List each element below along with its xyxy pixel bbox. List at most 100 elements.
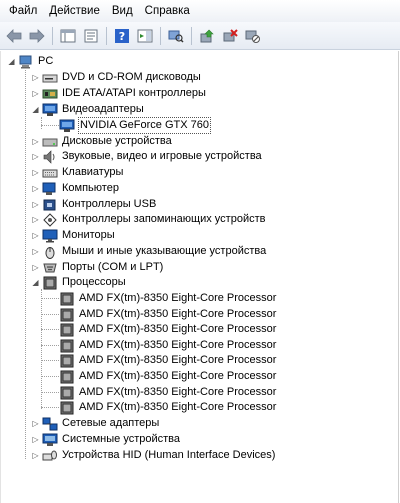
tree-device-cpu[interactable]: AMD FX(tm)-8350 Eight-Core Processor	[59, 322, 276, 337]
expand-arrow-icon[interactable]: ▷	[31, 416, 40, 431]
collapse-arrow-icon[interactable]: ◢	[7, 54, 16, 69]
display-adapter-icon	[42, 103, 58, 117]
expand-arrow-icon[interactable]: ▷	[31, 432, 40, 447]
tree-root-label: PC	[38, 55, 54, 67]
menu-bar: Файл Действие Вид Справка	[0, 0, 400, 22]
tree-device-cpu[interactable]: AMD FX(tm)-8350 Eight-Core Processor	[59, 338, 276, 353]
uninstall-icon	[223, 28, 238, 41]
tree-guide-line	[41, 392, 59, 393]
collapse-arrow-icon[interactable]: ◢	[31, 102, 40, 117]
tree-category-label: IDE ATA/ATAPI контроллеры	[62, 87, 206, 99]
usb-controller-icon	[42, 198, 58, 212]
port-icon	[42, 261, 58, 275]
help-button[interactable]: ?	[112, 26, 132, 46]
tree-device-cpu[interactable]: AMD FX(tm)-8350 Eight-Core Processor	[59, 291, 276, 306]
tree-category-label: Устройства HID (Human Interface Devices)	[62, 449, 276, 461]
properties-icon	[84, 29, 98, 42]
tree-device-cpu[interactable]: AMD FX(tm)-8350 Eight-Core Processor	[59, 369, 276, 384]
tree-device-label: NVIDIA GeForce GTX 760	[78, 117, 211, 134]
tree-device-cpu[interactable]: AMD FX(tm)-8350 Eight-Core Processor	[59, 353, 276, 368]
toolbar-separator	[191, 26, 192, 45]
speaker-icon	[42, 149, 58, 164]
toolbar-separator	[160, 26, 161, 45]
menu-action[interactable]: Действие	[43, 0, 106, 22]
tree-category-label: Порты (COM и LPT)	[62, 261, 164, 273]
expand-arrow-icon[interactable]: ▷	[31, 134, 40, 149]
expand-arrow-icon[interactable]: ▷	[31, 70, 40, 85]
tree-device-cpu[interactable]: AMD FX(tm)-8350 Eight-Core Processor	[59, 307, 276, 322]
console-tree-button[interactable]	[58, 26, 78, 46]
tree-category-system-devices[interactable]: ▷ Системные устройства	[31, 432, 180, 447]
expand-arrow-icon[interactable]: ▷	[31, 149, 40, 164]
back-button[interactable]	[4, 26, 24, 46]
update-driver-button[interactable]	[197, 26, 217, 46]
expand-arrow-icon[interactable]: ▷	[31, 228, 40, 243]
tree-guide-line	[41, 314, 59, 315]
tree-category-network-adapters[interactable]: ▷ Сетевые адаптеры	[31, 416, 159, 431]
tree-guide-line	[41, 125, 59, 126]
device-tree: ◢ PC ▷ DVD и CD-ROM дисководы ▷ IDE ATA/…	[0, 51, 399, 503]
expand-arrow-icon[interactable]: ▷	[31, 244, 40, 259]
tree-device-cpu[interactable]: AMD FX(tm)-8350 Eight-Core Processor	[59, 400, 276, 415]
tree-category-hid[interactable]: ▷ Устройства HID (Human Interface Device…	[31, 448, 275, 463]
toolbar-separator	[52, 26, 53, 45]
forward-icon	[29, 28, 45, 43]
computer-icon	[18, 55, 34, 69]
properties-button[interactable]	[81, 26, 101, 46]
tree-category-disk-drives[interactable]: ▷ Дисковые устройства	[31, 134, 171, 149]
tree-category-label: Процессоры	[62, 276, 126, 288]
tree-category-keyboards[interactable]: ▷ Клавиатуры	[31, 165, 123, 180]
tree-guide-line	[41, 298, 59, 299]
disable-button[interactable]	[243, 26, 263, 46]
expand-arrow-icon[interactable]: ▷	[31, 197, 40, 212]
tree-category-label: Клавиатуры	[62, 166, 124, 178]
tree-category-label: Звуковые, видео и игровые устройства	[62, 150, 262, 162]
tree-device-cpu[interactable]: AMD FX(tm)-8350 Eight-Core Processor	[59, 385, 276, 400]
computer-icon	[42, 182, 58, 196]
menu-view[interactable]: Вид	[106, 0, 139, 22]
tree-guide-line	[25, 70, 26, 459]
expand-arrow-icon[interactable]: ▷	[31, 165, 40, 180]
menu-help[interactable]: Справка	[139, 0, 196, 22]
expand-arrow-icon[interactable]: ▷	[31, 212, 40, 227]
menu-file[interactable]: Файл	[0, 0, 43, 22]
tree-category-computer[interactable]: ▷ Компьютер	[31, 181, 119, 196]
tree-category-mice[interactable]: ▷ Мыши и иные указывающие устройства	[31, 244, 266, 259]
tree-device-gpu[interactable]: NVIDIA GeForce GTX 760	[59, 117, 211, 134]
expand-arrow-icon[interactable]: ▷	[31, 448, 40, 463]
expand-arrow-icon[interactable]: ▷	[31, 260, 40, 275]
processor-icon	[59, 354, 75, 368]
dvd-drive-icon	[42, 71, 58, 85]
tree-category-display-adapters[interactable]: ◢ Видеоадаптеры	[31, 102, 144, 117]
tree-device-label: AMD FX(tm)-8350 Eight-Core Processor	[79, 401, 277, 413]
tree-category-sound[interactable]: ▷ Звуковые, видео и игровые устройства	[31, 149, 262, 164]
tree-category-label: Мониторы	[62, 229, 115, 241]
scan-hardware-button[interactable]	[166, 26, 186, 46]
tree-category-dvd[interactable]: ▷ DVD и CD-ROM дисководы	[31, 70, 200, 85]
collapse-arrow-icon[interactable]: ◢	[31, 275, 40, 290]
tree-category-usb[interactable]: ▷ Контроллеры USB	[31, 197, 156, 212]
tree-category-ide[interactable]: ▷ IDE ATA/ATAPI контроллеры	[31, 86, 206, 101]
expand-arrow-icon[interactable]: ▷	[31, 86, 40, 101]
tree-category-processors[interactable]: ◢ Процессоры	[31, 275, 126, 290]
uninstall-button[interactable]	[220, 26, 240, 46]
action-pane-button[interactable]	[135, 26, 155, 46]
tree-category-label: Контроллеры USB	[62, 198, 157, 210]
tree-root[interactable]: ◢ PC	[7, 54, 53, 69]
tree-category-label: Системные устройства	[62, 433, 181, 445]
tree-category-monitors[interactable]: ▷ Мониторы	[31, 228, 115, 243]
processor-icon	[59, 323, 75, 337]
tree-guide-line	[41, 345, 59, 346]
ide-controller-icon	[42, 87, 58, 101]
svg-text:?: ?	[119, 30, 125, 43]
hid-icon	[42, 449, 58, 463]
tree-category-ports[interactable]: ▷ Порты (COM и LPT)	[31, 260, 163, 275]
toolbar-separator	[106, 26, 107, 45]
tree-guide-line	[41, 360, 59, 361]
tree-category-label: Сетевые адаптеры	[62, 417, 160, 429]
tree-category-storage-controllers[interactable]: ▷ Контроллеры запоминающих устройств	[31, 212, 265, 227]
processor-icon	[59, 292, 75, 306]
system-device-icon	[42, 433, 58, 447]
expand-arrow-icon[interactable]: ▷	[31, 181, 40, 196]
forward-button[interactable]	[27, 26, 47, 46]
